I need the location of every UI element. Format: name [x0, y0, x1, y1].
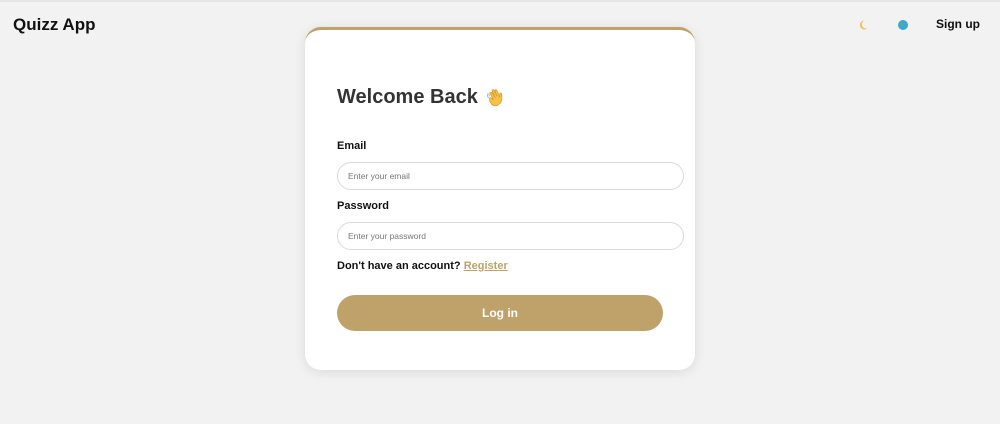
email-field[interactable] [337, 162, 684, 190]
signup-link[interactable]: Sign up [936, 17, 980, 31]
moon-icon [859, 20, 868, 30]
register-link[interactable]: Register [464, 260, 508, 272]
language-button[interactable] [893, 16, 913, 34]
app-brand[interactable]: Quizz App [13, 15, 95, 35]
email-label: Email [337, 140, 367, 152]
password-field[interactable] [337, 222, 684, 250]
theme-toggle-button[interactable] [853, 16, 873, 34]
account-prompt: Don't have an account? Register [337, 260, 508, 272]
account-prompt-text: Don't have an account? [337, 260, 461, 272]
waving-hand-icon [486, 87, 508, 109]
login-button[interactable]: Log in [337, 295, 663, 331]
title-text: Welcome Back [337, 86, 478, 108]
page-title: Welcome Back [337, 86, 508, 109]
password-label: Password [337, 200, 389, 212]
globe-icon [898, 20, 908, 30]
top-divider [0, 0, 1000, 2]
login-card: Welcome Back Email Password Don't have a… [305, 27, 695, 370]
